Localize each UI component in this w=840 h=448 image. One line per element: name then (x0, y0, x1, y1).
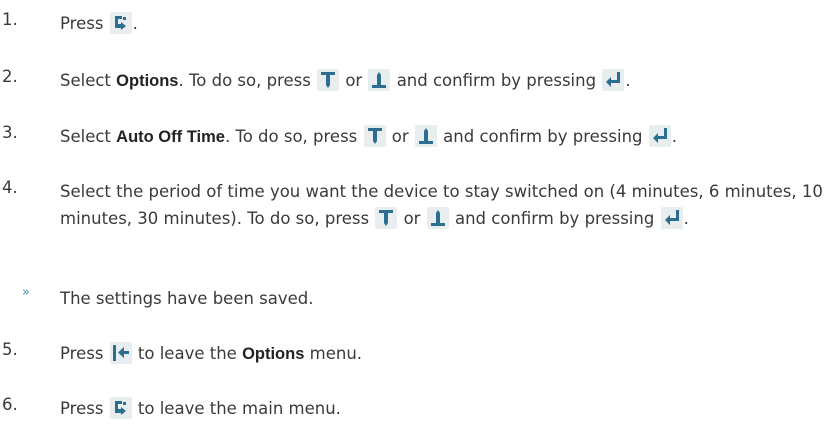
step-text: Press . (60, 12, 138, 34)
step-text: Press to leave the Options menu. (60, 342, 363, 364)
step-text: Select the period of time you want the d… (60, 182, 823, 229)
menu-icon (109, 12, 132, 34)
arrow-down-icon (375, 207, 398, 229)
back-icon (109, 342, 132, 364)
arrow-up-icon (426, 207, 449, 229)
arrow-up-icon (368, 69, 391, 91)
step-number: 5. (2, 340, 18, 359)
step-text: Press to leave the main menu. (60, 397, 341, 419)
step-number: 1. (2, 10, 18, 29)
arrow-down-icon (363, 125, 386, 147)
result-bullet: » (22, 285, 30, 300)
step-number: 2. (2, 67, 18, 86)
step-text: Select Auto Off Time. To do so, press or… (60, 125, 677, 147)
menu-item-name: Auto Off Time (116, 128, 225, 146)
result-text: The settings have been saved. (60, 289, 314, 308)
menu-icon (109, 397, 132, 419)
menu-item-name: Options (116, 72, 179, 90)
menu-item-name: Options (242, 345, 305, 363)
arrow-down-icon (317, 69, 340, 91)
step-text: Select Options. To do so, press or and c… (60, 69, 631, 91)
enter-icon (648, 125, 671, 147)
step-number: 3. (2, 123, 18, 142)
step-number: 6. (2, 395, 18, 414)
arrow-up-icon (414, 125, 437, 147)
enter-icon (660, 207, 683, 229)
step-number: 4. (2, 178, 18, 197)
enter-icon (602, 69, 625, 91)
